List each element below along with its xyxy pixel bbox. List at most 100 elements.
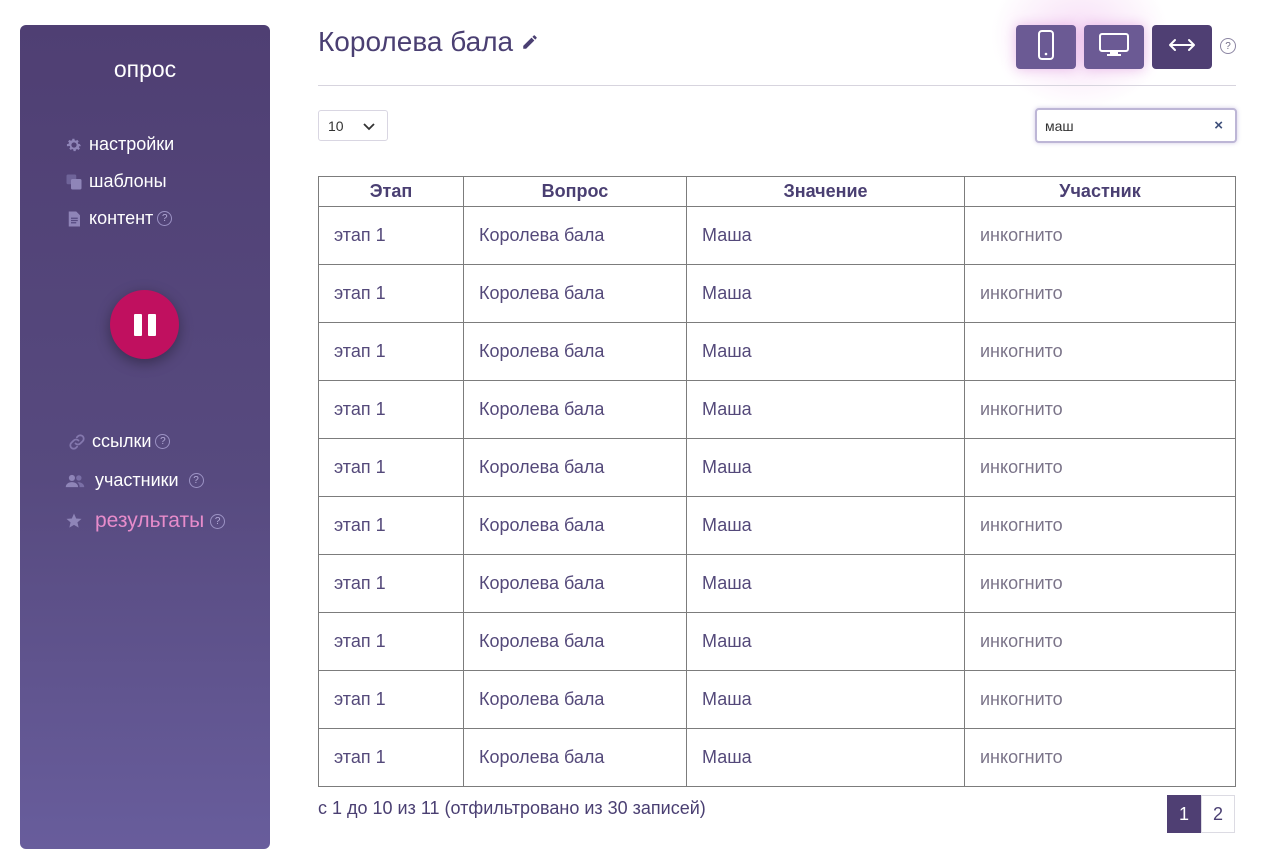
page-button-1[interactable]: 1 xyxy=(1167,795,1201,833)
table-row: этап 1 Королева бала Маша инкогнито xyxy=(318,264,1236,323)
cell-value: Маша xyxy=(686,612,965,671)
cell-stage: этап 1 xyxy=(318,322,464,381)
cell-stage: этап 1 xyxy=(318,438,464,497)
cell-stage: этап 1 xyxy=(318,554,464,613)
pause-icon xyxy=(133,313,142,336)
cell-value: Маша xyxy=(686,264,965,323)
cell-question: Королева бала xyxy=(463,554,687,613)
star-icon xyxy=(65,512,83,530)
table-row: этап 1 Королева бала Маша инкогнито xyxy=(318,438,1236,497)
help-icon[interactable]: ? xyxy=(157,211,173,226)
cell-value: Маша xyxy=(686,380,965,439)
help-icon[interactable]: ? xyxy=(210,513,226,529)
cell-question: Королева бала xyxy=(463,264,687,323)
cell-stage: этап 1 xyxy=(318,264,464,323)
cell-question: Королева бала xyxy=(463,670,687,729)
header-divider xyxy=(318,85,1236,86)
phone-icon xyxy=(1036,29,1056,66)
cell-participant: инкогнито xyxy=(964,264,1236,323)
table-info: с 1 до 10 из 11 (отфильтровано из 30 зап… xyxy=(318,798,706,818)
users-icon xyxy=(65,472,85,490)
search-input[interactable] xyxy=(1045,116,1205,136)
sidebar-item-label: настройки xyxy=(89,134,175,154)
resize-horizontal-icon xyxy=(1167,38,1197,57)
cell-question: Королева бала xyxy=(463,496,687,555)
mobile-view-button[interactable] xyxy=(1016,25,1076,69)
help-icon[interactable]: ? xyxy=(188,473,204,488)
table-row: этап 1 Королева бала Маша инкогнито xyxy=(318,554,1236,613)
cell-stage: этап 1 xyxy=(318,380,464,439)
help-icon[interactable]: ? xyxy=(155,434,171,449)
column-header-participant[interactable]: Участник xyxy=(964,176,1236,207)
cell-question: Королева бала xyxy=(463,206,687,265)
help-icon[interactable]: ? xyxy=(1220,38,1236,54)
sidebar-item-label: результаты xyxy=(95,509,205,532)
table-row: этап 1 Королева бала Маша инкогнито xyxy=(318,612,1236,671)
app-title: опрос xyxy=(113,56,177,82)
page-title-text: Королева бала xyxy=(318,26,514,57)
cell-stage: этап 1 xyxy=(318,206,464,265)
column-header-stage[interactable]: Этап xyxy=(318,176,464,207)
desktop-view-button[interactable] xyxy=(1084,25,1144,69)
sidebar-item-results[interactable]: результаты ? xyxy=(65,509,226,533)
cell-stage: этап 1 xyxy=(318,612,464,671)
full-width-view-button[interactable] xyxy=(1152,25,1212,69)
cell-value: Маша xyxy=(686,728,965,787)
cell-question: Королева бала xyxy=(463,380,687,439)
page-length-select[interactable]: 10 xyxy=(318,110,388,141)
table-row: этап 1 Королева бала Маша инкогнито xyxy=(318,496,1236,555)
cell-participant: инкогнито xyxy=(964,496,1236,555)
cell-participant: инкогнито xyxy=(964,206,1236,265)
pencil-icon[interactable] xyxy=(521,33,539,51)
sidebar-item-participants[interactable]: участники ? xyxy=(65,470,204,491)
pause-button[interactable] xyxy=(110,290,179,359)
link-icon xyxy=(68,433,86,451)
table-row: этап 1 Королева бала Маша инкогнито xyxy=(318,670,1236,729)
pagination: 1 2 xyxy=(1167,795,1235,833)
results-table: Этап Вопрос Значение Участник этап 1 Коро… xyxy=(318,176,1236,787)
cell-participant: инкогнито xyxy=(964,380,1236,439)
table-row: этап 1 Королева бала Маша инкогнито xyxy=(318,728,1236,787)
page-button-2[interactable]: 2 xyxy=(1201,795,1235,833)
cell-value: Маша xyxy=(686,554,965,613)
sidebar-item-settings[interactable]: настройки xyxy=(65,134,174,155)
cell-question: Королева бала xyxy=(463,322,687,381)
table-row: этап 1 Королева бала Маша инкогнито xyxy=(318,322,1236,381)
cell-question: Королева бала xyxy=(463,612,687,671)
cell-participant: инкогнито xyxy=(964,670,1236,729)
column-header-value[interactable]: Значение xyxy=(686,176,965,207)
table-header-row: Этап Вопрос Значение Участник xyxy=(318,176,1236,207)
cell-participant: инкогнито xyxy=(964,322,1236,381)
page-title: Королева бала xyxy=(318,26,539,58)
chevron-down-icon xyxy=(363,118,375,134)
cell-stage: этап 1 xyxy=(318,728,464,787)
cell-stage: этап 1 xyxy=(318,496,464,555)
copy-icon xyxy=(65,173,83,191)
column-header-question[interactable]: Вопрос xyxy=(463,176,687,207)
desktop-icon xyxy=(1098,32,1130,63)
sidebar-item-label: участники xyxy=(95,470,179,490)
sidebar: опрос настройки шаблоны контент ? ссылки… xyxy=(20,25,270,849)
sidebar-item-label: контент xyxy=(89,208,154,228)
cell-value: Маша xyxy=(686,322,965,381)
cell-question: Королева бала xyxy=(463,728,687,787)
cell-stage: этап 1 xyxy=(318,670,464,729)
cell-participant: инкогнито xyxy=(964,728,1236,787)
table-row: этап 1 Королева бала Маша инкогнито xyxy=(318,206,1236,265)
cell-participant: инкогнито xyxy=(964,554,1236,613)
sidebar-item-templates[interactable]: шаблоны xyxy=(65,171,167,192)
sidebar-item-content[interactable]: контент ? xyxy=(65,208,173,229)
cell-value: Маша xyxy=(686,206,965,265)
document-icon xyxy=(65,210,83,228)
page-length-value: 10 xyxy=(328,117,344,134)
sidebar-item-label: ссылки xyxy=(92,431,152,451)
search-field[interactable]: × xyxy=(1035,108,1237,143)
cell-question: Королева бала xyxy=(463,438,687,497)
cell-participant: инкогнито xyxy=(964,612,1236,671)
sidebar-item-label: шаблоны xyxy=(89,171,167,191)
sidebar-item-links[interactable]: ссылки ? xyxy=(68,431,171,452)
cell-value: Маша xyxy=(686,670,965,729)
clear-icon[interactable]: × xyxy=(1214,117,1223,134)
gear-icon xyxy=(65,136,83,154)
cell-participant: инкогнито xyxy=(964,438,1236,497)
